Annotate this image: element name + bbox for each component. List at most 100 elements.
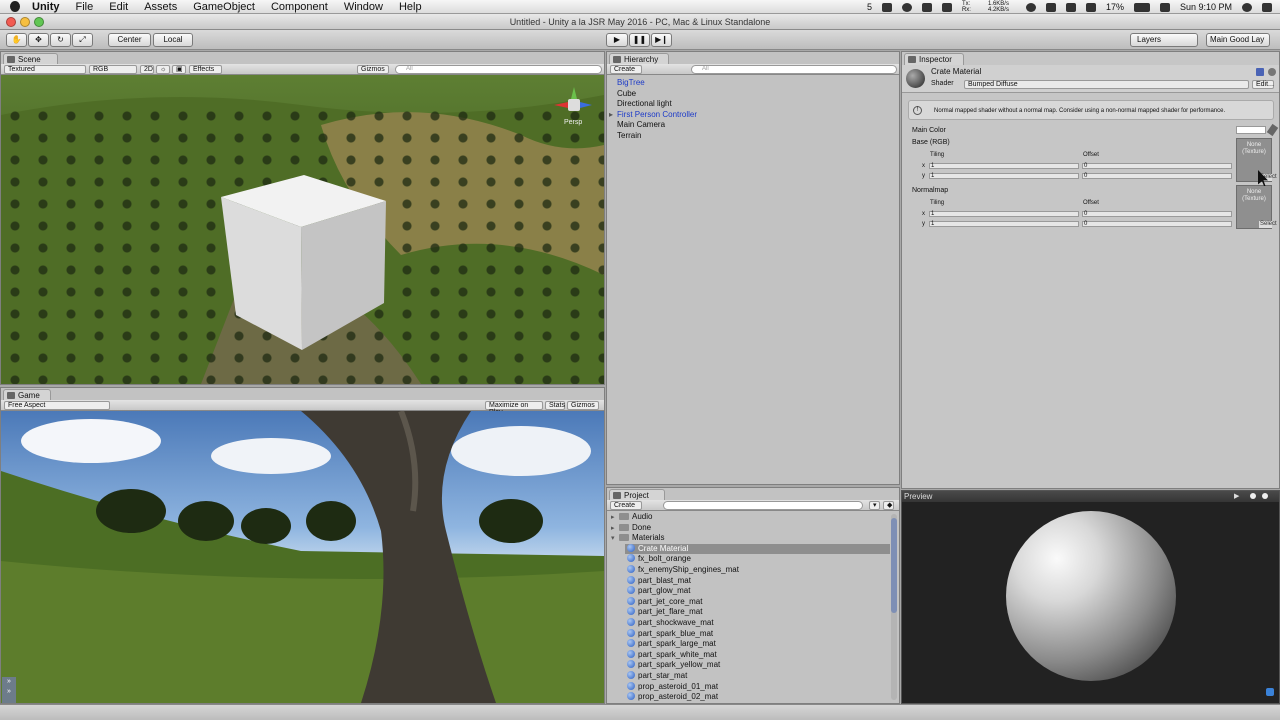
project-material-item[interactable]: part_blast_mat bbox=[625, 575, 890, 587]
screen-icon[interactable] bbox=[881, 2, 892, 12]
settings-gear-icon[interactable] bbox=[1268, 68, 1276, 76]
project-folder[interactable]: ▾ Materials bbox=[611, 533, 664, 544]
menu-help[interactable]: Help bbox=[391, 0, 430, 14]
normal-tiling-x[interactable]: 1 bbox=[929, 211, 1079, 217]
menu-file[interactable]: File bbox=[68, 0, 102, 14]
hierarchy-item[interactable]: Directional light bbox=[617, 99, 672, 109]
normal-texture-select-button[interactable]: Select bbox=[1259, 221, 1277, 228]
play-button[interactable]: ▶ bbox=[606, 33, 628, 47]
wifi-icon[interactable] bbox=[1065, 2, 1076, 12]
hand-tool-button[interactable]: ✋ bbox=[6, 33, 27, 47]
zoom-window-button[interactable] bbox=[34, 17, 44, 27]
preview-play-icon[interactable]: ▶ bbox=[1234, 491, 1239, 502]
console-expand-icon[interactable]: »» bbox=[2, 677, 16, 703]
close-window-button[interactable] bbox=[6, 17, 16, 27]
minimize-window-button[interactable] bbox=[20, 17, 30, 27]
project-folder[interactable]: ▸ Done bbox=[611, 523, 651, 534]
project-material-item[interactable]: prop_asteroid_02_mat bbox=[625, 692, 890, 702]
hierarchy-item[interactable]: Main Camera bbox=[617, 120, 665, 130]
menu-edit[interactable]: Edit bbox=[101, 0, 136, 14]
cube-object[interactable] bbox=[216, 175, 396, 355]
color-mode-dropdown[interactable]: RGB bbox=[89, 65, 137, 74]
hierarchy-item[interactable]: ▸ First Person Controller bbox=[609, 110, 697, 120]
image-toggle[interactable]: ▣ bbox=[172, 65, 186, 74]
project-scrollbar[interactable] bbox=[891, 514, 897, 700]
project-material-item[interactable]: part_jet_core_mat bbox=[625, 596, 890, 608]
preview-light-icon[interactable] bbox=[1250, 493, 1256, 499]
scrollbar-thumb[interactable] bbox=[891, 518, 897, 613]
shader-dropdown[interactable]: Bumped Diffuse bbox=[964, 80, 1249, 89]
normal-texture-slot[interactable]: None (Texture) Select bbox=[1236, 185, 1277, 229]
normal-offset-x[interactable]: 0 bbox=[1082, 211, 1232, 217]
project-material-item[interactable]: part_spark_white_mat bbox=[625, 649, 890, 661]
menu-app-unity[interactable]: Unity bbox=[24, 0, 68, 14]
sync-icon[interactable] bbox=[901, 2, 912, 12]
project-material-item[interactable]: fx_enemyShip_engines_mat bbox=[625, 565, 890, 576]
scale-tool-button[interactable]: ⤢ bbox=[72, 33, 93, 47]
project-material-item[interactable]: part_shockwave_mat bbox=[625, 618, 890, 629]
pivot-center-button[interactable]: Center bbox=[108, 33, 151, 47]
hierarchy-item[interactable]: Cube bbox=[617, 89, 636, 99]
base-offset-y[interactable]: 0 bbox=[1082, 173, 1232, 179]
lighting-toggle[interactable]: ☼ bbox=[156, 65, 170, 74]
dropbox-icon[interactable] bbox=[941, 2, 952, 12]
tab-inspector[interactable]: Inspector bbox=[904, 53, 964, 65]
game-gizmos-dropdown[interactable]: Gizmos bbox=[567, 401, 599, 410]
project-folder[interactable]: ▸ Audio bbox=[611, 512, 652, 523]
filter-type-button[interactable]: ▾ bbox=[869, 501, 880, 510]
time-machine-icon[interactable] bbox=[1025, 2, 1036, 12]
menu-gameobject[interactable]: GameObject bbox=[185, 0, 263, 14]
move-tool-button[interactable]: ✥ bbox=[28, 33, 49, 47]
bluetooth-icon[interactable] bbox=[1045, 2, 1056, 12]
hierarchy-create-dropdown[interactable]: Create bbox=[610, 65, 642, 74]
pause-button[interactable]: ❚❚ bbox=[629, 33, 650, 47]
scene-gizmos-dropdown[interactable]: Gizmos bbox=[357, 65, 389, 74]
hierarchy-item[interactable]: BigTree bbox=[617, 78, 645, 88]
folder-arrow-icon[interactable]: ▾ bbox=[611, 534, 619, 545]
search-icon[interactable] bbox=[1242, 2, 1252, 12]
game-viewport[interactable] bbox=[1, 411, 604, 703]
project-material-item[interactable]: part_spark_yellow_mat bbox=[625, 660, 890, 671]
cloud-icon[interactable] bbox=[921, 2, 932, 12]
base-texture-slot[interactable]: None (Texture) Select bbox=[1236, 138, 1277, 182]
project-material-item[interactable]: part_spark_large_mat bbox=[625, 639, 890, 650]
project-material-item[interactable]: part_spark_blue_mat bbox=[625, 628, 890, 640]
project-material-item[interactable]: part_star_mat bbox=[625, 671, 890, 682]
battery-icon[interactable] bbox=[1133, 2, 1150, 12]
battery-percent[interactable]: 17% bbox=[1106, 2, 1124, 12]
aspect-dropdown[interactable]: Free Aspect bbox=[4, 401, 110, 410]
scene-search-input[interactable]: All bbox=[395, 65, 602, 74]
project-material-item[interactable]: prop_asteroid_01_mat bbox=[625, 681, 890, 693]
notification-icon[interactable] bbox=[1262, 2, 1272, 12]
layers-dropdown[interactable]: Layers bbox=[1130, 33, 1198, 47]
base-tiling-y[interactable]: 1 bbox=[929, 173, 1079, 179]
pivot-local-button[interactable]: Local bbox=[153, 33, 193, 47]
toggle-2d-button[interactable]: 2D bbox=[140, 65, 154, 74]
normal-offset-y[interactable]: 0 bbox=[1082, 221, 1232, 227]
preview-corner-icon[interactable] bbox=[1266, 688, 1274, 696]
project-material-item[interactable]: part_jet_flare_mat bbox=[625, 607, 890, 618]
menu-component[interactable]: Component bbox=[263, 0, 336, 14]
main-color-swatch[interactable] bbox=[1236, 126, 1266, 134]
effects-dropdown[interactable]: Effects bbox=[189, 65, 222, 74]
project-search-input[interactable] bbox=[663, 501, 863, 510]
hierarchy-item[interactable]: Terrain bbox=[617, 131, 641, 141]
preview-sphere[interactable] bbox=[1006, 511, 1176, 681]
project-material-item[interactable]: part_glow_mat bbox=[625, 586, 890, 597]
help-icon[interactable] bbox=[1256, 68, 1264, 76]
layout-dropdown[interactable]: Main Good Lay bbox=[1206, 33, 1270, 47]
scene-viewport[interactable]: Persp bbox=[1, 75, 604, 384]
flag-icon[interactable] bbox=[1159, 2, 1170, 12]
preview-sphere-icon[interactable] bbox=[1262, 493, 1268, 499]
hierarchy-search-input[interactable]: All bbox=[691, 65, 897, 74]
stats-toggle[interactable]: Stats bbox=[545, 401, 565, 410]
project-create-dropdown[interactable]: Create bbox=[610, 501, 642, 510]
volume-icon[interactable] bbox=[1085, 2, 1096, 12]
maximize-on-play-toggle[interactable]: Maximize on Play bbox=[485, 401, 543, 416]
base-tiling-x[interactable]: 1 bbox=[929, 163, 1079, 169]
scene-gizmo[interactable]: Persp bbox=[554, 87, 594, 127]
eyedropper-icon[interactable] bbox=[1266, 123, 1279, 137]
project-material-item[interactable]: Crate Material bbox=[625, 543, 890, 555]
project-material-item[interactable]: fx_bolt_orange bbox=[625, 554, 890, 565]
step-button[interactable]: ▶❙ bbox=[651, 33, 672, 47]
